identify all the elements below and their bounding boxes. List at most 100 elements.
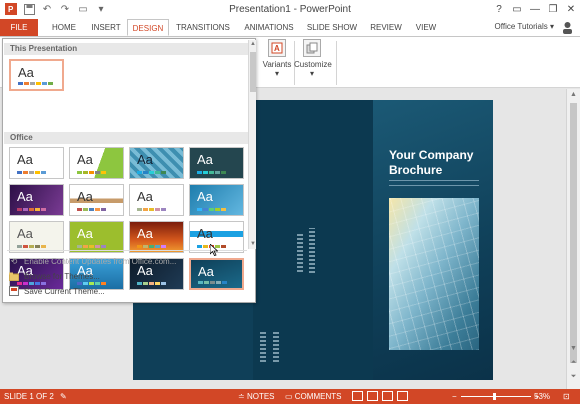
normal-view-icon[interactable]	[352, 391, 363, 401]
theme-color-swatches	[197, 208, 226, 211]
status-bar: SLIDE 1 OF 2 ✎ ≐ NOTES ▭ COMMENTS − + 53…	[0, 389, 580, 404]
slide-sorter-icon[interactable]	[367, 391, 378, 401]
fit-slide-icon[interactable]: ⊡	[563, 392, 570, 401]
theme-thumbnail[interactable]: Aa	[9, 184, 64, 216]
zoom-thumb[interactable]	[492, 393, 496, 400]
theme-preview-text: Aa	[197, 189, 213, 204]
customize-dropdown-icon: ▾	[309, 69, 314, 78]
customize-icon	[303, 39, 321, 57]
theme-preview-text: Aa	[17, 189, 33, 204]
tab-review[interactable]: REVIEW	[366, 19, 406, 36]
theme-preview-text: Aa	[18, 65, 34, 80]
menu-browse-themes[interactable]: Browse for Themes...	[9, 271, 100, 281]
slide-show-icon[interactable]	[397, 391, 408, 401]
menu-save-current-theme[interactable]: Save Current Theme...	[9, 286, 105, 296]
vertical-placeholder-text	[273, 332, 279, 362]
gallery-scrollbar[interactable]: ▲ ▼	[248, 40, 256, 249]
theme-color-swatches	[77, 282, 106, 285]
scrollbar-thumb[interactable]	[570, 103, 577, 363]
theme-color-swatches	[17, 245, 46, 248]
tab-insert[interactable]: INSERT	[86, 19, 126, 36]
tab-transitions[interactable]: TRANSITIONS	[174, 19, 232, 36]
gallery-scroll-down-icon[interactable]: ▼	[249, 240, 257, 248]
editor-scrollbar[interactable]: ▲ ▼ ⏶ ⏷	[566, 89, 580, 389]
close-icon[interactable]: ✕	[562, 0, 580, 18]
tab-file[interactable]: FILE	[0, 19, 38, 36]
comments-button[interactable]: ▭ COMMENTS	[285, 392, 341, 401]
building-photo[interactable]	[389, 198, 479, 350]
theme-thumbnail[interactable]: Aa	[69, 184, 124, 216]
theme-thumbnail[interactable]: Aa	[9, 221, 64, 253]
theme-color-swatches	[17, 208, 46, 211]
theme-preview-text: Aa	[77, 226, 93, 241]
zoom-track[interactable]	[460, 393, 531, 400]
view-buttons	[352, 391, 408, 401]
tab-animations[interactable]: ANIMATIONS	[240, 19, 298, 36]
mouse-cursor-icon	[209, 243, 219, 256]
minimize-icon[interactable]: —	[526, 0, 544, 18]
reading-view-icon[interactable]	[382, 391, 393, 401]
theme-thumbnail[interactable]: Aa	[9, 147, 64, 179]
theme-thumbnail[interactable]: Aa	[69, 147, 124, 179]
theme-thumbnail[interactable]: Aa	[189, 184, 244, 216]
zoom-slider[interactable]: − +	[452, 392, 539, 401]
zoom-level[interactable]: 53%	[534, 392, 550, 401]
tab-view[interactable]: VIEW	[410, 19, 442, 36]
theme-preview-text: Aa	[137, 189, 153, 204]
theme-thumbnail[interactable]: Aa	[129, 221, 184, 253]
theme-preview-text: Aa	[77, 152, 93, 167]
theme-color-swatches	[77, 245, 106, 248]
theme-color-swatches	[77, 171, 106, 174]
spelling-icon[interactable]: ✎	[60, 392, 67, 401]
gallery-scroll-up-icon[interactable]: ▲	[249, 40, 257, 48]
slide-tagline-placeholder[interactable]	[389, 180, 479, 186]
menu-save-label: Save Current Theme...	[24, 286, 105, 296]
customize-label: Customize	[294, 60, 332, 69]
restore-icon[interactable]: ❐	[544, 0, 562, 18]
theme-color-swatches	[18, 82, 53, 85]
help-icon[interactable]: ?	[490, 0, 508, 18]
tab-home[interactable]: HOME	[44, 19, 84, 36]
section-office: Office	[4, 132, 248, 144]
slide-headline[interactable]: Your Company Brochure	[389, 148, 485, 178]
theme-color-swatches	[137, 245, 166, 248]
variants-label: Variants	[262, 60, 292, 69]
theme-color-swatches	[197, 171, 226, 174]
theme-color-swatches	[17, 171, 46, 174]
tab-design[interactable]: DESIGN	[127, 19, 169, 36]
theme-thumbnail[interactable]: Aa	[69, 221, 124, 253]
theme-color-swatches	[77, 208, 106, 211]
variants-button[interactable]: A Variants ▾	[262, 39, 292, 78]
theme-preview-text: Aa	[17, 226, 33, 241]
browse-folder-icon	[9, 271, 19, 281]
theme-thumbnail[interactable]: Aa	[189, 147, 244, 179]
theme-current[interactable]: Aa	[9, 59, 64, 91]
tab-slide-show[interactable]: SLIDE SHOW	[306, 19, 358, 36]
theme-color-swatches	[198, 281, 227, 284]
ribbon-display-icon[interactable]: ▭	[508, 0, 526, 18]
menu-browse-label: Browse for Themes...	[24, 271, 100, 281]
themes-gallery-dropdown: This Presentation Office Aa Aa Aa Aa Aa Aa Aa A…	[2, 38, 256, 303]
vertical-placeholder-text	[297, 232, 303, 272]
theme-preview-text: Aa	[197, 226, 213, 241]
zoom-out-icon[interactable]: −	[452, 392, 457, 401]
menu-enable-updates-label: Enable Content Updates from Office.com..…	[24, 256, 177, 266]
theme-thumbnail[interactable]: Aa	[129, 184, 184, 216]
account-name[interactable]: Office Tutorials ▾	[495, 22, 554, 31]
notes-button[interactable]: ≐ NOTES	[238, 392, 275, 401]
theme-thumbnail[interactable]: Aa	[189, 258, 244, 290]
theme-preview-text: Aa	[17, 152, 33, 167]
theme-thumbnail[interactable]: Aa	[129, 147, 184, 179]
customize-button[interactable]: Customize ▾	[294, 39, 332, 78]
account-avatar-icon[interactable]	[561, 21, 574, 34]
gallery-scroll-thumb[interactable]	[250, 52, 256, 92]
menu-enable-content-updates: ⟲ Enable Content Updates from Office.com…	[9, 256, 177, 266]
next-slide-icon[interactable]: ⏷	[567, 371, 580, 383]
section-this-presentation: This Presentation	[4, 43, 248, 55]
scroll-up-icon[interactable]: ▲	[567, 89, 580, 101]
theme-preview-text: Aa	[137, 152, 153, 167]
vertical-placeholder-text	[260, 332, 266, 362]
scroll-down-icon[interactable]: ▼	[567, 343, 580, 355]
title-bar: P ↶ ↷ ▭ ▾ Presentation1 - PowerPoint ? ▭…	[0, 0, 580, 19]
previous-slide-icon[interactable]: ⏶	[567, 357, 580, 369]
